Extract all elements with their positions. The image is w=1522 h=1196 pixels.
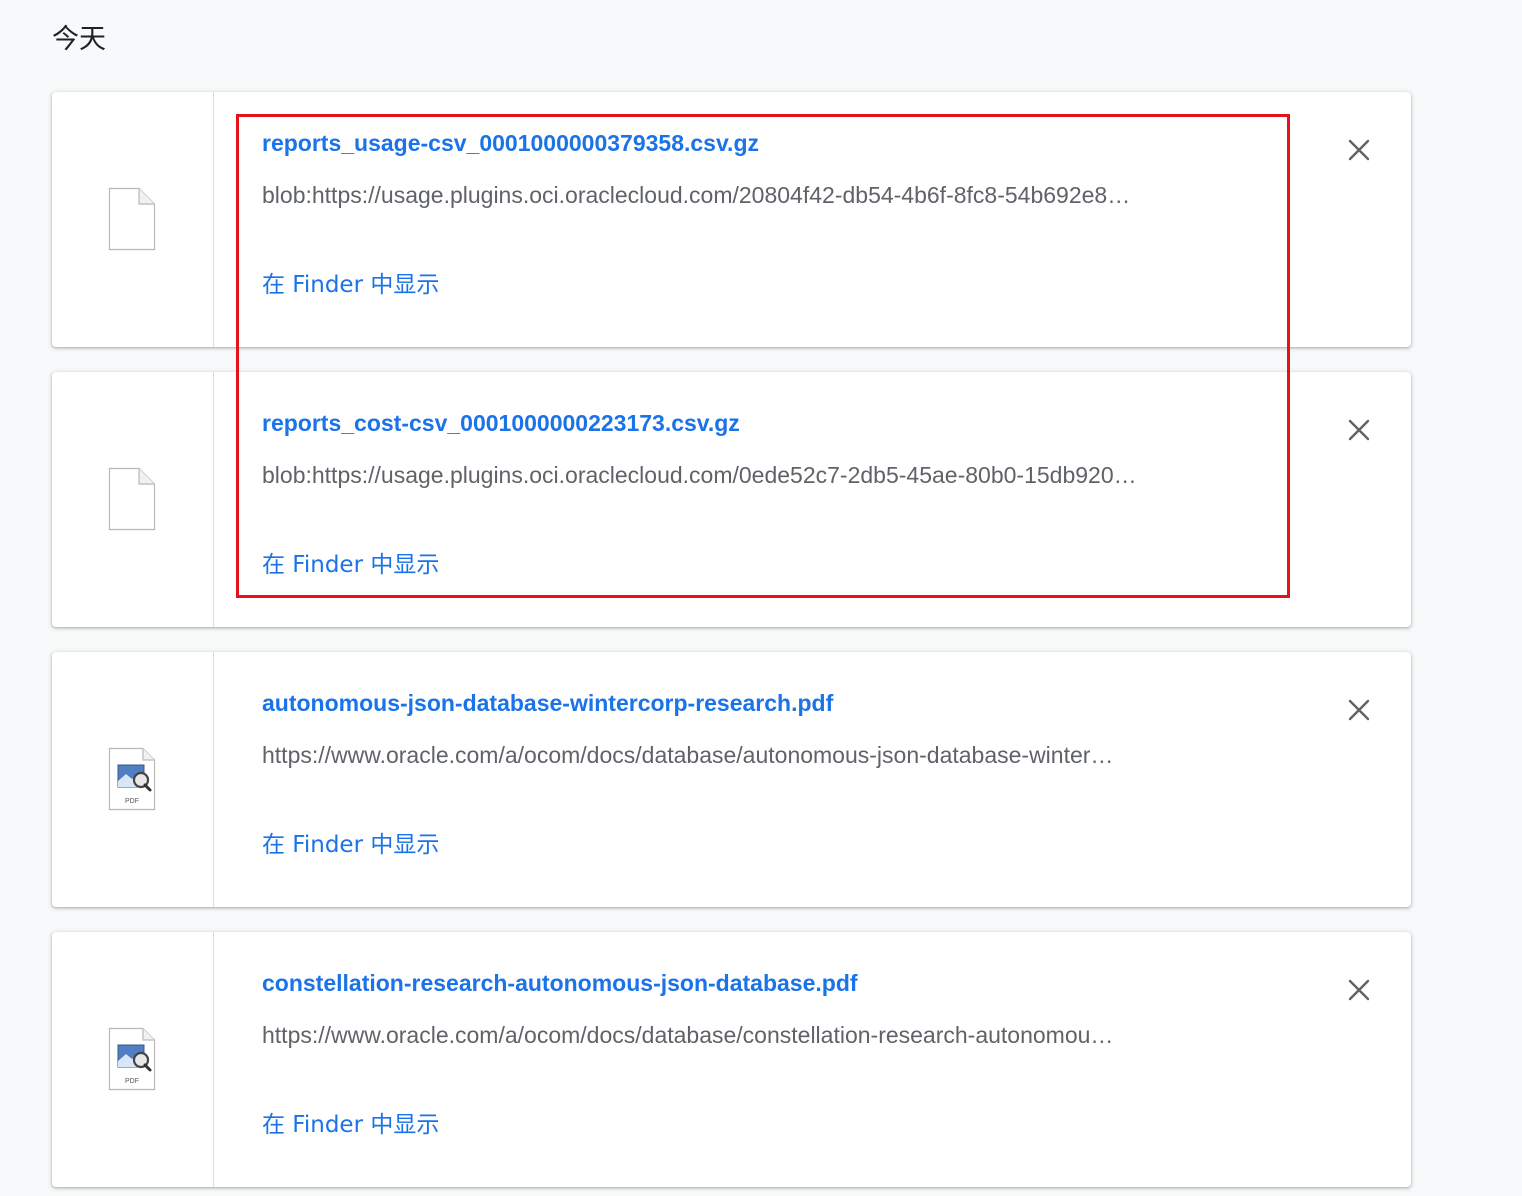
pdf-file-icon: PDF	[108, 1027, 156, 1091]
download-content: reports_cost-csv_0001000000223173.csv.gz…	[262, 372, 1262, 627]
download-item: reports_cost-csv_0001000000223173.csv.gz…	[52, 372, 1411, 627]
generic-file-icon	[108, 187, 156, 251]
remove-download-button[interactable]	[1339, 970, 1379, 1010]
download-content: reports_usage-csv_0001000000379358.csv.g…	[262, 92, 1262, 347]
generic-file-icon	[108, 467, 156, 531]
file-source-url: https://www.oracle.com/a/ocom/docs/datab…	[262, 1022, 1114, 1048]
remove-download-button[interactable]	[1339, 690, 1379, 730]
file-name-link[interactable]: constellation-research-autonomous-json-d…	[262, 968, 858, 998]
file-source-url: https://www.oracle.com/a/ocom/docs/datab…	[262, 742, 1114, 768]
download-content: autonomous-json-database-wintercorp-rese…	[262, 652, 1262, 907]
download-icon-column	[52, 372, 214, 627]
show-in-finder-link[interactable]: 在 Finder 中显示	[262, 830, 439, 860]
pdf-file-icon: PDF	[108, 747, 156, 811]
download-icon-column: PDF	[52, 932, 214, 1187]
file-name-link[interactable]: reports_usage-csv_0001000000379358.csv.g…	[262, 128, 759, 158]
download-icon-column: PDF	[52, 652, 214, 907]
remove-download-button[interactable]	[1339, 130, 1379, 170]
download-content: constellation-research-autonomous-json-d…	[262, 932, 1262, 1187]
pdf-label: PDF	[125, 798, 139, 805]
download-icon-column	[52, 92, 214, 347]
download-item: reports_usage-csv_0001000000379358.csv.g…	[52, 92, 1411, 347]
download-item: PDF autonomous-json-database-wintercorp-…	[52, 652, 1411, 907]
download-item: PDF constellation-research-autonomous-js…	[52, 932, 1411, 1187]
close-icon	[1348, 139, 1370, 161]
show-in-finder-link[interactable]: 在 Finder 中显示	[262, 270, 439, 300]
file-source-url: blob:https://usage.plugins.oci.oracleclo…	[262, 462, 1137, 488]
close-icon	[1348, 699, 1370, 721]
remove-download-button[interactable]	[1339, 410, 1379, 450]
section-title-today: 今天	[52, 24, 106, 55]
file-source-url: blob:https://usage.plugins.oci.oracleclo…	[262, 182, 1131, 208]
close-icon	[1348, 979, 1370, 1001]
close-icon	[1348, 419, 1370, 441]
file-name-link[interactable]: reports_cost-csv_0001000000223173.csv.gz	[262, 408, 740, 438]
pdf-label: PDF	[125, 1078, 139, 1085]
show-in-finder-link[interactable]: 在 Finder 中显示	[262, 1110, 439, 1140]
show-in-finder-link[interactable]: 在 Finder 中显示	[262, 550, 439, 580]
file-name-link[interactable]: autonomous-json-database-wintercorp-rese…	[262, 688, 833, 718]
